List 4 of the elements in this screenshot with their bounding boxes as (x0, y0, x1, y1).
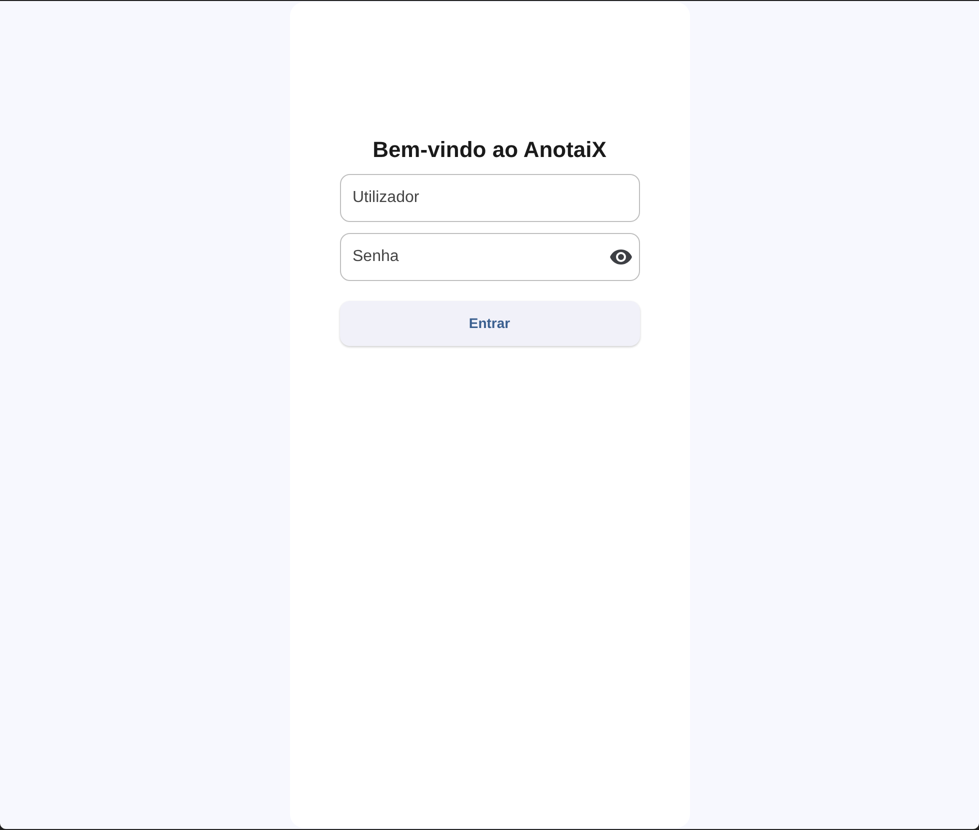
welcome-title: Bem-vindo ao AnotaiX (372, 136, 606, 164)
login-button[interactable]: Entrar (340, 301, 640, 346)
username-field[interactable]: Utilizador (340, 174, 640, 222)
password-field[interactable]: Senha (340, 233, 640, 281)
